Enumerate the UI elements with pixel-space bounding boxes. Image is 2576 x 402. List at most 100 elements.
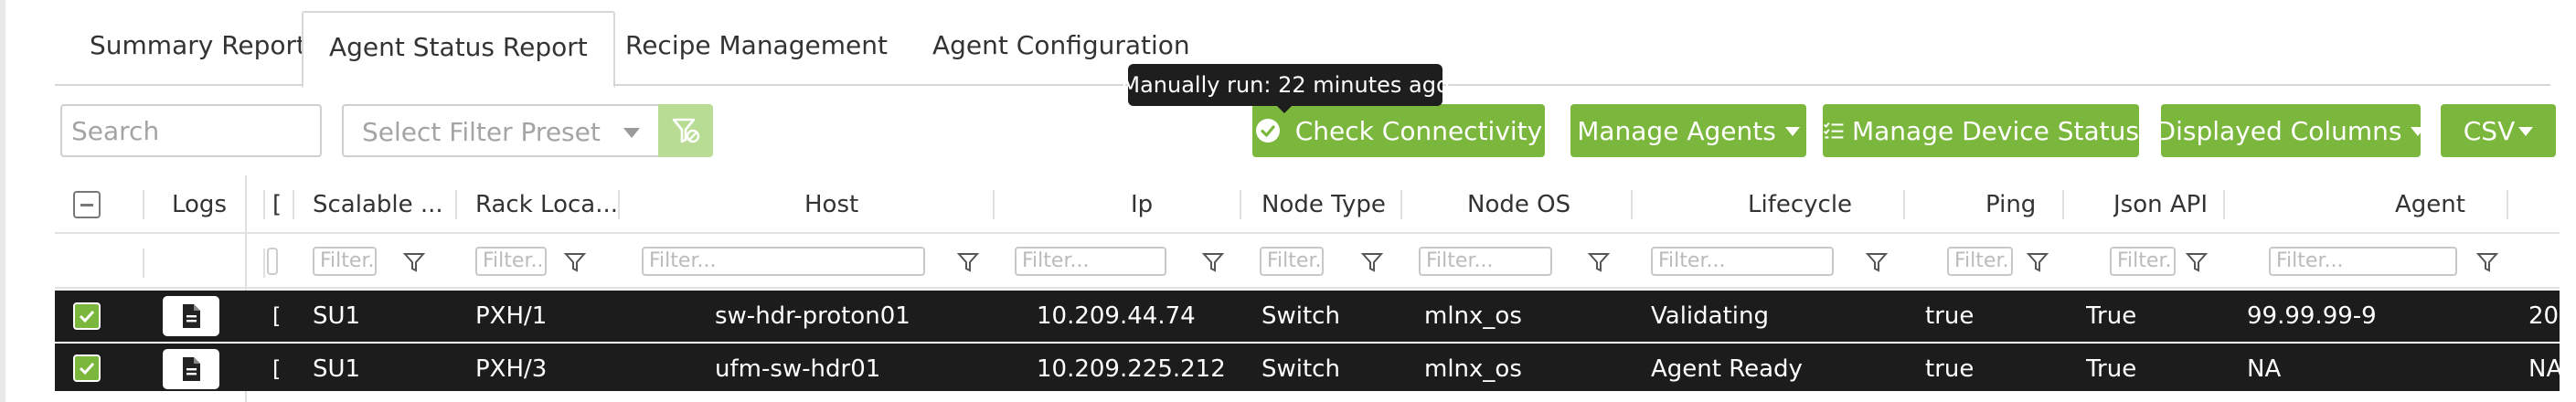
search-input[interactable] (60, 104, 322, 157)
caret-down-icon (2518, 127, 2534, 136)
filter-icon[interactable] (2475, 250, 2499, 274)
table-row[interactable]: [ SU1 PXH/3 ufm-sw-hdr01 10.209.225.212 … (55, 342, 2563, 393)
filter-icon[interactable] (1865, 250, 1889, 274)
ping-cell: true (1925, 355, 1975, 383)
col-header-json-api[interactable]: Json API (2113, 175, 2208, 234)
col-header-ping[interactable]: Ping (1985, 175, 2036, 234)
agent-cell: NA (2247, 355, 2282, 383)
col-separator (993, 190, 995, 219)
col-header-truncated[interactable]: [ (272, 175, 282, 234)
col-header-host[interactable]: Host (804, 175, 858, 234)
table-row[interactable]: [ SU1 PXH/1 sw-hdr-proton01 10.209.44.74… (55, 291, 2560, 342)
check-connectivity-button[interactable]: Check Connectivity (1252, 104, 1545, 157)
checkmark-icon (79, 310, 95, 323)
tab-recipe-management[interactable]: Recipe Management (600, 11, 913, 86)
filter-icon[interactable] (956, 250, 980, 274)
grid-header-row: Logs [ Scalable ... Rack Loca... Host Ip… (55, 175, 2560, 234)
agent-cell: 99.99.99-9 (2247, 302, 2377, 330)
col-separator (143, 249, 144, 278)
row-checkbox[interactable] (73, 302, 101, 330)
ping-filter-input[interactable]: Filter... (1947, 247, 2013, 276)
list-check-icon (1823, 122, 1844, 139)
scalable-cell: SU1 (313, 302, 361, 330)
col-header-logs[interactable]: Logs (172, 175, 227, 234)
manage-device-status-label: Manage Device Status (1851, 115, 2139, 146)
col-separator (618, 190, 620, 219)
next-column-cell: NA (2528, 355, 2563, 383)
filter-icon[interactable] (402, 250, 426, 274)
filter-preset-placeholder: Select Filter Preset (362, 117, 601, 147)
filter-icon[interactable] (1201, 250, 1225, 274)
node-type-filter-input[interactable]: Filter... (1260, 247, 1324, 276)
connectivity-tooltip: Manually run: 22 minutes ago (1121, 64, 1450, 106)
host-cell: sw-hdr-proton01 (715, 302, 910, 330)
ip-cell: 10.209.44.74 (1037, 302, 1196, 330)
node-os-cell: mlnx_os (1424, 355, 1522, 383)
truncated-cell: [ (272, 356, 282, 382)
col-separator (263, 249, 265, 278)
csv-button[interactable]: CSV (2441, 104, 2556, 157)
select-all-checkbox[interactable] (73, 191, 101, 218)
ip-cell: 10.209.225.212 (1037, 355, 1226, 383)
manage-agents-label: Manage Agents (1577, 115, 1776, 146)
json-api-cell: True (2086, 302, 2137, 330)
node-os-cell: mlnx_os (1424, 302, 1522, 330)
filter-icon[interactable] (2026, 250, 2049, 274)
agent-status-grid: Logs [ Scalable ... Rack Loca... Host Ip… (55, 175, 2563, 402)
col-separator (1240, 190, 1241, 219)
col-header-agent[interactable]: Agent (2395, 175, 2465, 234)
caret-down-icon (2411, 127, 2426, 136)
manage-device-status-button[interactable]: Manage Device Status (1823, 104, 2139, 157)
filter-preset-select[interactable]: Select Filter Preset (342, 104, 660, 157)
col-separator (2062, 190, 2064, 219)
col-separator (263, 190, 265, 219)
col-header-rack-location[interactable]: Rack Loca... (475, 175, 631, 234)
manage-agents-button[interactable]: Manage Agents (1570, 104, 1806, 157)
filter-icon[interactable] (1360, 250, 1384, 274)
scalable-filter-input[interactable]: Filter... (313, 247, 377, 276)
col-header-ip[interactable]: Ip (1131, 175, 1153, 234)
tab-summary-report[interactable]: Summary Report (64, 11, 332, 86)
caret-down-icon (1784, 127, 1800, 136)
next-column-cell: 20 (2528, 302, 2560, 330)
col-header-node-type[interactable]: Node Type (1261, 175, 1386, 234)
lifecycle-cell: Validating (1651, 302, 1769, 330)
tooltip-arrow (1275, 104, 1293, 113)
tab-agent-status-report[interactable]: Agent Status Report (302, 11, 615, 88)
filter-icon[interactable] (2185, 250, 2209, 274)
col-separator (1400, 190, 1402, 219)
rack-cell: PXH/1 (475, 302, 548, 330)
col-header-lifecycle[interactable]: Lifecycle (1748, 175, 1852, 234)
ip-filter-input[interactable]: Filter... (1015, 247, 1166, 276)
json-api-filter-input[interactable]: Filter... (2110, 247, 2176, 276)
truncated-filter-input[interactable] (267, 248, 278, 275)
check-connectivity-label: Check Connectivity (1294, 115, 1543, 146)
filter-icon[interactable] (1587, 250, 1611, 274)
col-separator (1903, 190, 1905, 219)
filter-clear-icon (672, 118, 700, 143)
node-os-filter-input[interactable]: Filter... (1419, 247, 1552, 276)
col-header-scalable[interactable]: Scalable ... (313, 175, 468, 234)
rack-cell: PXH/3 (475, 355, 548, 383)
clear-filter-button[interactable] (658, 104, 713, 157)
host-filter-input[interactable]: Filter... (642, 247, 925, 276)
check-circle-icon (1255, 119, 1280, 143)
node-type-cell: Switch (1261, 355, 1340, 383)
filter-icon[interactable] (563, 250, 587, 274)
chevron-down-icon (623, 128, 640, 138)
lifecycle-cell: Agent Ready (1651, 355, 1803, 383)
host-cell: ufm-sw-hdr01 (715, 355, 881, 383)
col-separator (2507, 190, 2508, 219)
row-checkbox[interactable] (73, 354, 101, 382)
agent-filter-input[interactable]: Filter... (2269, 247, 2457, 276)
logs-button[interactable] (163, 349, 219, 389)
logs-button[interactable] (163, 296, 219, 336)
checkmark-icon (79, 362, 95, 376)
col-separator (143, 190, 144, 219)
lifecycle-filter-input[interactable]: Filter... (1651, 247, 1834, 276)
node-type-cell: Switch (1261, 302, 1340, 330)
grid-filter-row: Filter... Filter... Filter... Filter... … (55, 234, 2560, 289)
col-header-node-os[interactable]: Node OS (1467, 175, 1570, 234)
rack-filter-input[interactable]: Filter... (475, 247, 547, 276)
displayed-columns-button[interactable]: Displayed Columns (2156, 104, 2426, 157)
